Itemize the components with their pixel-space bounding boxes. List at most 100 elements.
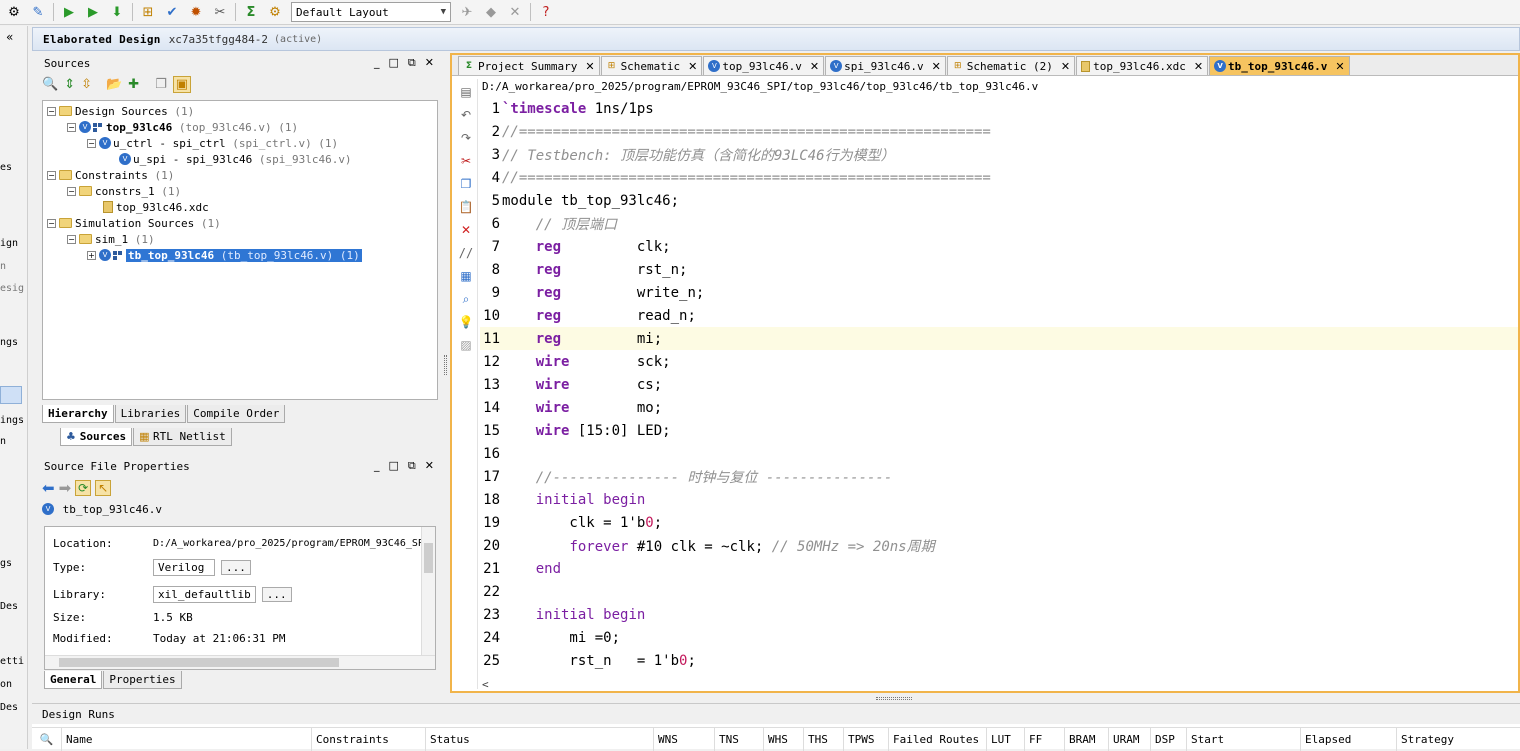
settings-icon[interactable]: ▣ (172, 75, 192, 93)
collapse-toggle-icon[interactable]: − (47, 106, 56, 116)
pointer-icon[interactable]: ↖ (95, 480, 112, 496)
code-line[interactable]: 21 end (480, 557, 1518, 580)
diamond-icon[interactable]: ◆ (481, 2, 501, 22)
code-line[interactable]: 1 `timescale 1ns/1ps (480, 97, 1518, 120)
code-line[interactable]: 3// Testbench: 顶层功能仿真（含简化的93LC46行为模型） (480, 143, 1518, 166)
close-icon[interactable]: ✕ (425, 56, 434, 70)
code-line[interactable]: 22 (480, 580, 1518, 603)
collapse-icon[interactable]: « (6, 30, 13, 44)
prop-value[interactable]: D:/A_workarea/pro_2025/program/EPROM_93C… (153, 538, 430, 549)
cross-tool-icon[interactable]: ✕ (505, 2, 525, 22)
template-icon[interactable]: ▨ (457, 336, 475, 354)
collapse-toggle-icon[interactable]: − (47, 170, 56, 180)
forward-arrow-icon[interactable]: ➡ (59, 479, 72, 497)
flow-label[interactable]: Des (0, 702, 18, 713)
close-icon[interactable]: ✕ (425, 459, 434, 473)
float-icon[interactable]: ⧉ (408, 56, 416, 70)
scroll-left-icon[interactable]: < (482, 678, 489, 691)
code-line[interactable]: 23 initial begin (480, 603, 1518, 626)
find-icon[interactable]: ⌕ (457, 290, 475, 308)
expand-all-icon[interactable]: ⇳ (81, 77, 92, 92)
tree-node-simulation-sources[interactable]: − Simulation Sources (1) (47, 215, 221, 231)
tab-general[interactable]: General (44, 671, 103, 689)
tab-spi-v[interactable]: Vspi_93lc46.v ✕ (825, 56, 946, 75)
sigma-icon[interactable]: Σ (241, 2, 261, 22)
minimize-icon[interactable]: _ (374, 459, 380, 473)
library-browse-button[interactable]: ... (261, 587, 292, 602)
tree-node-u-spi[interactable]: V u_spi - spi_93lc46 (spi_93lc46.v) (119, 151, 352, 167)
pin-icon[interactable]: ✈ (457, 2, 477, 22)
col-name[interactable]: Name (62, 727, 312, 751)
settings-gear-icon[interactable]: ⚙ (265, 2, 285, 22)
splitter-handle[interactable] (444, 355, 447, 375)
flow-label[interactable]: Des (0, 601, 18, 612)
tree-node-sim-1[interactable]: − sim_1 (1) (67, 231, 155, 247)
splitter-handle[interactable] (876, 697, 912, 700)
tree-node-design-sources[interactable]: − Design Sources (1) (47, 103, 194, 119)
code-line[interactable]: 24 mi =0; (480, 626, 1518, 649)
flow-label[interactable]: ngs (0, 337, 18, 348)
col-whs[interactable]: WHS (764, 727, 804, 751)
undo-icon[interactable]: ↶ (457, 106, 475, 124)
program-icon[interactable]: ⬇ (107, 2, 127, 22)
col-ths[interactable]: THS (804, 727, 844, 751)
sync-icon[interactable]: ⟳ (75, 480, 92, 496)
tab-top-v[interactable]: Vtop_93lc46.v ✕ (703, 56, 825, 75)
tab-schematic[interactable]: ⊞ Schematic ✕ (600, 56, 703, 75)
code-line[interactable]: 4//=====================================… (480, 166, 1518, 189)
tab-properties[interactable]: Properties (103, 671, 182, 689)
col-ff[interactable]: FF (1025, 727, 1065, 751)
col-failed-routes[interactable]: Failed Routes (889, 727, 987, 751)
code-line[interactable]: 5 module tb_top_93lc46; (480, 189, 1518, 212)
tab-rtl-netlist[interactable]: ▦ RTL Netlist (133, 428, 232, 446)
col-strategy[interactable]: Strategy (1397, 728, 1517, 751)
block-select-icon[interactable]: ▦ (457, 267, 475, 285)
col-tpws[interactable]: TPWS (844, 727, 889, 751)
collapse-toggle-icon[interactable]: − (67, 122, 76, 132)
hint-bulb-icon[interactable]: 💡 (457, 313, 475, 331)
collapse-toggle-icon[interactable]: − (67, 186, 76, 196)
code-line[interactable]: 15 wire [15:0] LED; (480, 419, 1518, 442)
paste-icon[interactable]: 📋 (457, 198, 475, 216)
collapse-all-icon[interactable]: ⇕ (64, 77, 75, 92)
add-sources-icon[interactable]: ✚ (128, 77, 139, 92)
tab-schematic-2[interactable]: ⊞ Schematic (2) ✕ (946, 56, 1076, 75)
flow-label[interactable]: esig (0, 283, 24, 294)
col-constraints[interactable]: Constraints (312, 727, 426, 751)
code-line[interactable]: 13 wire cs; (480, 373, 1518, 396)
close-icon[interactable]: ✕ (585, 60, 594, 73)
minimize-icon[interactable]: _ (374, 56, 380, 70)
code-line[interactable]: 12 wire sck; (480, 350, 1518, 373)
scrollbar-thumb[interactable] (424, 543, 433, 573)
flow-label[interactable]: n (0, 261, 6, 272)
expand-toggle-icon[interactable]: + (87, 250, 96, 260)
code-line[interactable]: 14 wire mo; (480, 396, 1518, 419)
col-bram[interactable]: BRAM (1065, 727, 1109, 751)
code-line[interactable]: 17 //--------------- 时钟与复位 -------------… (480, 465, 1518, 488)
horizontal-scrollbar[interactable] (45, 655, 435, 669)
tree-node-top[interactable]: − V top_93lc46 (top_93lc46.v) (1) (67, 119, 298, 135)
tab-sources[interactable]: ♣ Sources (60, 428, 133, 446)
code-line[interactable]: 11 reg mi; (480, 327, 1518, 350)
tab-libraries[interactable]: Libraries (114, 405, 187, 423)
col-start[interactable]: Start (1187, 727, 1301, 751)
search-icon[interactable]: 🔍 (32, 727, 62, 751)
cut-icon[interactable]: ✂ (457, 152, 475, 170)
flow-label[interactable]: n (0, 436, 6, 447)
tab-tb-v[interactable]: Vtb_top_93lc46.v ✕ (1209, 56, 1350, 75)
tree-node-constraints[interactable]: − Constraints (1) (47, 167, 174, 183)
copy-icon[interactable]: ❐ (457, 175, 475, 193)
run-icon[interactable]: ▶ (83, 2, 103, 22)
wrench-icon[interactable]: ✎ (28, 2, 48, 22)
code-line[interactable]: 9 reg write_n; (480, 281, 1518, 304)
restore-icon[interactable]: □ (389, 56, 399, 70)
redo-icon[interactable]: ↷ (457, 129, 475, 147)
tree-node-tb-top[interactable]: + V tb_top_93lc46 (tb_top_93lc46.v) (1) (87, 247, 362, 263)
float-icon[interactable]: ⧉ (408, 459, 416, 473)
code-line[interactable]: 2//=====================================… (480, 120, 1518, 143)
code-line[interactable]: 20 forever #10 clk = ~clk; // 50MHz => 2… (480, 534, 1518, 557)
code-line[interactable]: 25 rst_n = 1'b0; (480, 649, 1518, 672)
library-field[interactable]: xil_defaultlib (153, 586, 256, 603)
col-dsp[interactable]: DSP (1151, 727, 1187, 751)
restore-icon[interactable]: □ (389, 459, 399, 473)
